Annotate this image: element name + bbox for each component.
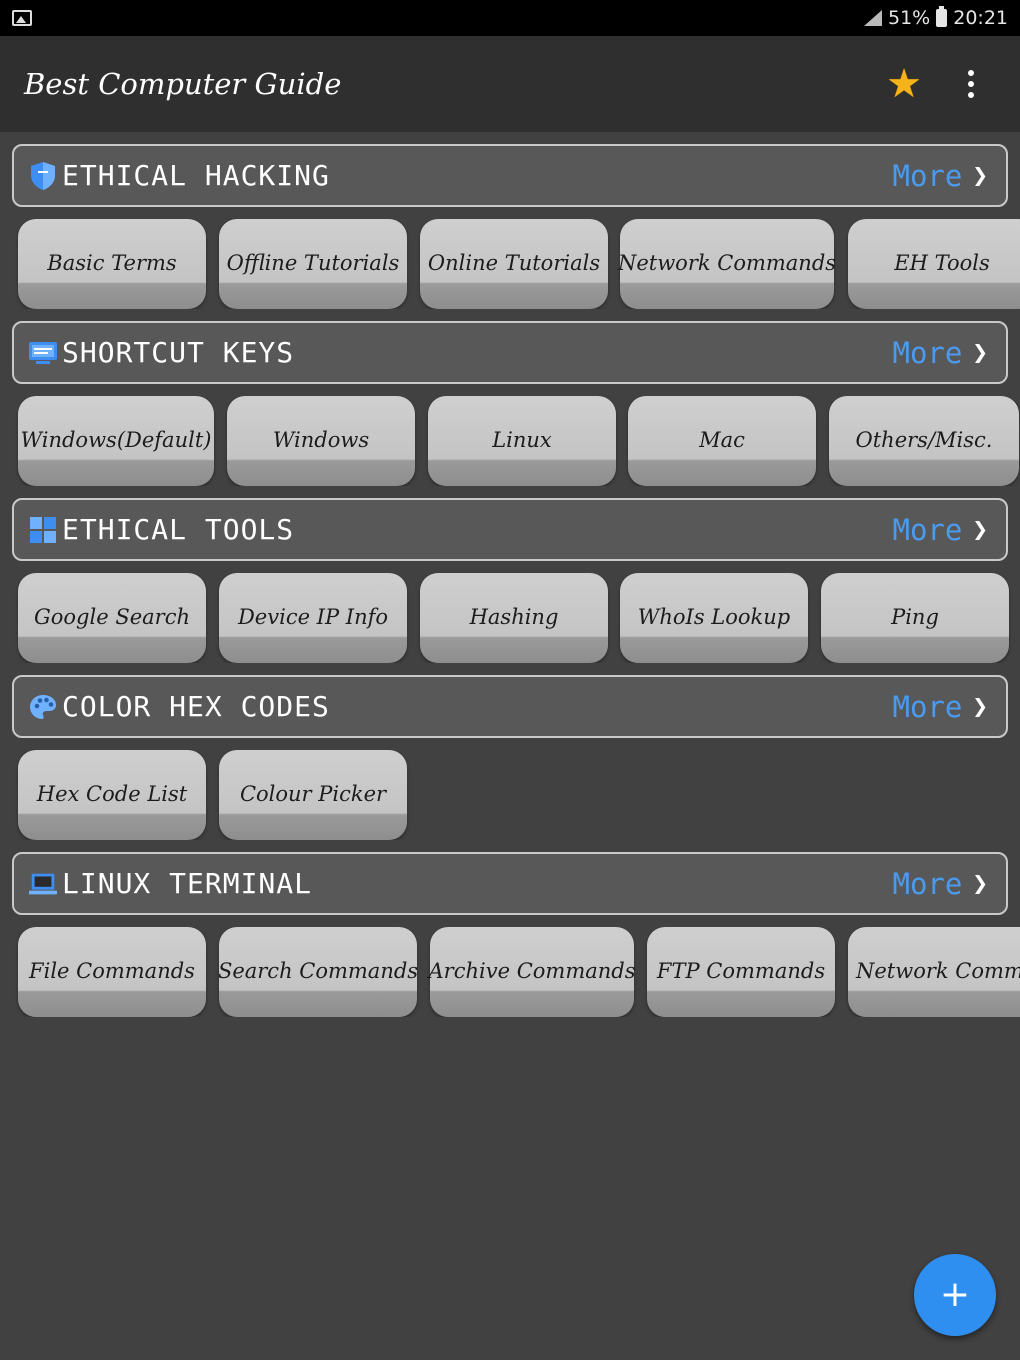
chip-others-misc[interactable]: Others/Misc. (829, 396, 1019, 486)
chip-windows-default[interactable]: Windows(Default) (18, 396, 214, 486)
section-header[interactable]: SHORTCUT KEYS More ❯ (12, 321, 1008, 384)
chip-google-search[interactable]: Google Search (18, 573, 206, 663)
section-title: ETHICAL HACKING (62, 159, 330, 192)
section-header[interactable]: LINUX TERMINAL More ❯ (12, 852, 1008, 915)
status-bar: 51% 20:21 (0, 0, 1020, 36)
chip-colour-picker[interactable]: Colour Picker (219, 750, 407, 840)
chip-row: Google Search Device IP Info Hashing Who… (0, 573, 1020, 663)
chevron-right-icon: ❯ (972, 160, 988, 191)
palette-icon (28, 692, 58, 722)
section-header[interactable]: ETHICAL TOOLS More ❯ (12, 498, 1008, 561)
chevron-right-icon: ❯ (972, 514, 988, 545)
chip-basic-terms[interactable]: Basic Terms (18, 219, 206, 309)
chip-row: Hex Code List Colour Picker (0, 750, 1020, 840)
overflow-menu-icon[interactable] (968, 70, 974, 98)
chip-eh-tools[interactable]: EH Tools (848, 219, 1020, 309)
more-link[interactable]: More ❯ (893, 513, 993, 547)
signal-icon (864, 10, 882, 26)
section-title: ETHICAL TOOLS (62, 513, 295, 546)
more-link[interactable]: More ❯ (893, 336, 993, 370)
chip-hashing[interactable]: Hashing (420, 573, 608, 663)
add-fab-button[interactable]: + (914, 1254, 996, 1336)
battery-percent: 51% (888, 7, 931, 29)
more-link[interactable]: More ❯ (893, 690, 993, 724)
chip-network-commands[interactable]: Network Commands (618, 219, 836, 309)
chip-file-commands[interactable]: File Commands (18, 927, 206, 1017)
chevron-right-icon: ❯ (972, 868, 988, 899)
chip-mac[interactable]: Mac (628, 396, 816, 486)
chip-windows[interactable]: Windows (227, 396, 415, 486)
chip-device-ip-info[interactable]: Device IP Info (219, 573, 407, 663)
chip-archive-commands[interactable]: Archive Commands (429, 927, 636, 1017)
status-time: 20:21 (953, 7, 1008, 29)
section-header[interactable]: COLOR HEX CODES More ❯ (12, 675, 1008, 738)
keyboard-icon (28, 338, 58, 368)
chip-search-commands[interactable]: Search Commands (218, 927, 418, 1017)
chip-ftp-commands[interactable]: FTP Commands (647, 927, 835, 1017)
app-bar: Best Computer Guide ★ (0, 36, 1020, 132)
more-link[interactable]: More ❯ (893, 867, 993, 901)
chip-hex-code-list[interactable]: Hex Code List (18, 750, 206, 840)
section-title: SHORTCUT KEYS (62, 336, 295, 369)
chip-row: File Commands Search Commands Archive Co… (0, 927, 1020, 1017)
chip-linux[interactable]: Linux (428, 396, 616, 486)
dashboard-icon (28, 515, 58, 545)
chip-offline-tutorials[interactable]: Offline Tutorials (219, 219, 407, 309)
section-title: LINUX TERMINAL (62, 867, 313, 900)
star-icon[interactable]: ★ (886, 64, 922, 104)
chevron-right-icon: ❯ (972, 337, 988, 368)
chip-online-tutorials[interactable]: Online Tutorials (420, 219, 608, 309)
plus-icon: + (939, 1274, 971, 1315)
battery-icon (936, 6, 948, 27)
chip-row: Basic Terms Offline Tutorials Online Tut… (0, 219, 1020, 309)
section-header[interactable]: ETHICAL HACKING More ❯ (12, 144, 1008, 207)
chip-whois-lookup[interactable]: WhoIs Lookup (620, 573, 808, 663)
app-title: Best Computer Guide (24, 67, 342, 101)
image-icon (12, 10, 32, 26)
laptop-icon (28, 869, 58, 899)
section-title: COLOR HEX CODES (62, 690, 330, 723)
shield-icon (28, 161, 58, 191)
chip-ping[interactable]: Ping (821, 573, 1009, 663)
chip-network-commands[interactable]: Network Comm (848, 927, 1020, 1017)
more-link[interactable]: More ❯ (893, 159, 993, 193)
chip-row: Windows(Default) Windows Linux Mac Other… (0, 396, 1020, 486)
chevron-right-icon: ❯ (972, 691, 988, 722)
